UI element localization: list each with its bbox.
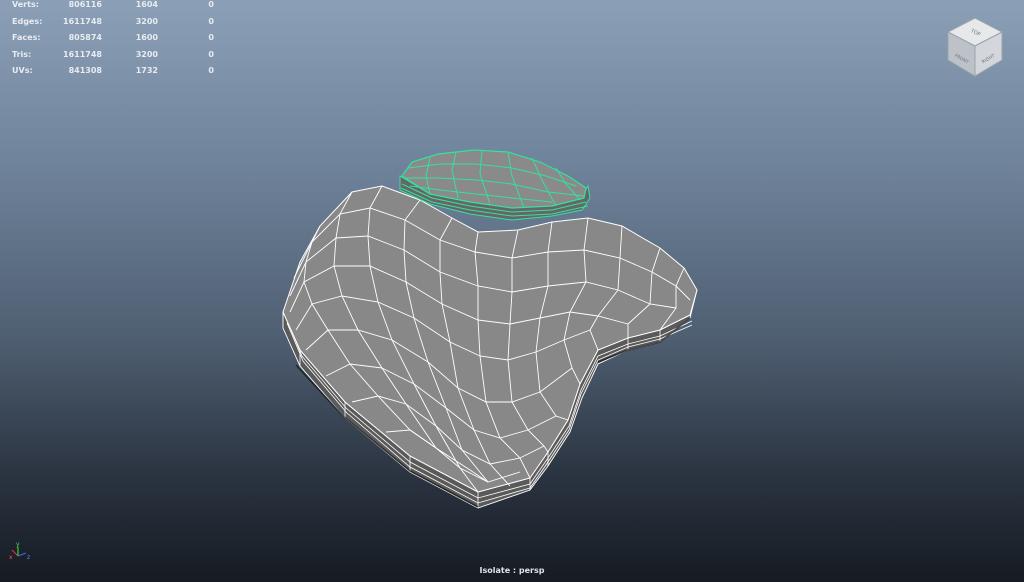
axis-gizmo: x y z (9, 541, 30, 561)
cushion-mesh[interactable] (282, 149, 698, 509)
camera-label: Isolate : persp (479, 566, 545, 575)
view-cube[interactable]: TOP FRONT RIGHT (944, 14, 1006, 80)
axis-y-label: y (16, 541, 20, 548)
viewport-canvas[interactable] (0, 0, 1024, 582)
axis-x-label: x (9, 554, 13, 561)
axis-z-label: z (27, 554, 30, 561)
